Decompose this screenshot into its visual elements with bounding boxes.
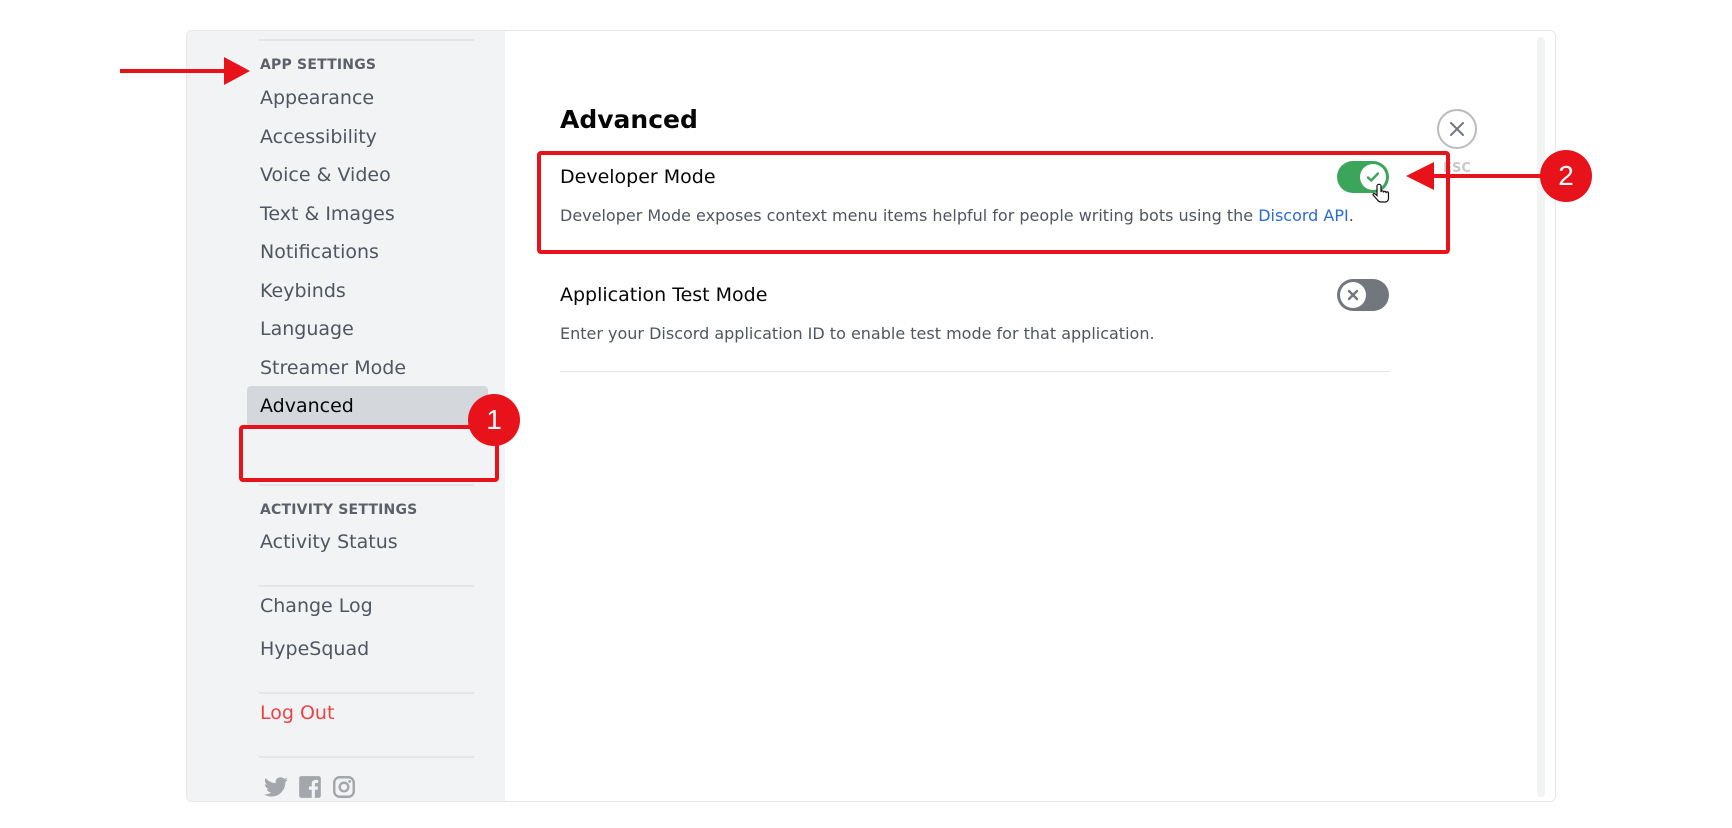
annotation-arrows bbox=[120, 57, 1542, 203]
arrow-app-settings bbox=[120, 57, 250, 85]
arrow-developer-toggle bbox=[1406, 162, 1542, 190]
hand-cursor-icon bbox=[1372, 183, 1390, 203]
